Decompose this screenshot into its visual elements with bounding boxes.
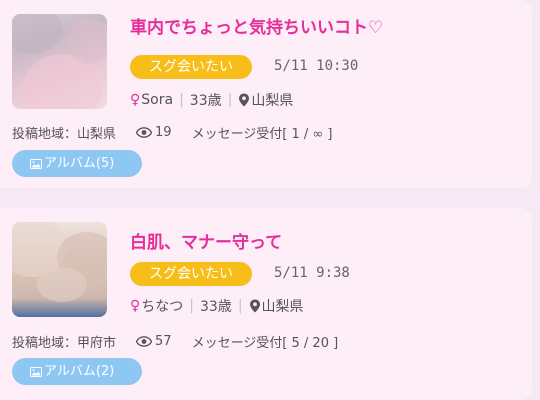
post-area: 投稿地域：山梨県 [12, 127, 117, 142]
post-thumbnail[interactable] [12, 14, 107, 109]
post-datetime: 5/11 9:38 [274, 265, 350, 281]
status-badge: スグ会いたい [130, 262, 252, 286]
post-meta: 投稿地域：甲府市 57 メッセージ受付[ 5 / 20 ] [12, 332, 338, 351]
post-thumbnail[interactable] [12, 222, 107, 317]
message-acceptance: メッセージ受付[ 1 / ∞ ] [191, 127, 333, 142]
poster-profile: ♀ ちなつ | 33歳 | 山梨県 [130, 296, 304, 316]
view-count-value: 57 [155, 334, 172, 349]
female-sex-icon: ♀ [130, 92, 141, 108]
eye-icon [136, 336, 153, 347]
post-meta: 投稿地域：山梨県 19 メッセージ受付[ 1 / ∞ ] [12, 123, 332, 142]
album-button[interactable]: アルバム(5) [12, 150, 142, 177]
post-card[interactable]: 車内でちょっと気持ちいいコト♡ スグ会いたい 5/11 10:30 ♀ Sora… [0, 0, 532, 188]
map-pin-icon [249, 299, 260, 313]
post-card[interactable]: 白肌、マナー守って スグ会いたい 5/11 9:38 ♀ ちなつ | 33歳 |… [0, 208, 532, 400]
poster-name: ちなつ [141, 299, 184, 315]
view-count: 57 [136, 334, 172, 349]
female-sex-icon: ♀ [130, 298, 141, 314]
separator: | [189, 298, 194, 314]
post-title[interactable]: 白肌、マナー守って [130, 228, 282, 253]
view-count: 19 [136, 125, 172, 140]
album-button-label: アルバム(2) [44, 364, 115, 379]
map-pin-icon [239, 93, 250, 107]
poster-age: 33歳 [199, 299, 232, 315]
post-feed: 車内でちょっと気持ちいいコト♡ スグ会いたい 5/11 10:30 ♀ Sora… [0, 0, 540, 400]
eye-icon [136, 127, 153, 138]
separator: | [237, 298, 243, 314]
view-count-value: 19 [155, 125, 172, 140]
separator: | [227, 92, 233, 108]
image-icon [30, 158, 42, 169]
album-button-label: アルバム(5) [44, 156, 115, 171]
message-acceptance: メッセージ受付[ 5 / 20 ] [191, 336, 339, 351]
post-datetime: 5/11 10:30 [274, 58, 359, 74]
poster-location: 山梨県 [261, 299, 304, 315]
poster-profile: ♀ Sora | 33歳 | 山梨県 [130, 90, 293, 110]
poster-location: 山梨県 [251, 93, 294, 109]
post-area: 投稿地域：甲府市 [12, 336, 117, 351]
poster-name: Sora [141, 92, 174, 108]
status-badge: スグ会いたい [130, 55, 252, 79]
poster-age: 33歳 [189, 93, 222, 109]
album-button[interactable]: アルバム(2) [12, 358, 142, 385]
post-title[interactable]: 車内でちょっと気持ちいいコト♡ [130, 13, 383, 38]
separator: | [179, 92, 184, 108]
image-icon [30, 366, 42, 377]
